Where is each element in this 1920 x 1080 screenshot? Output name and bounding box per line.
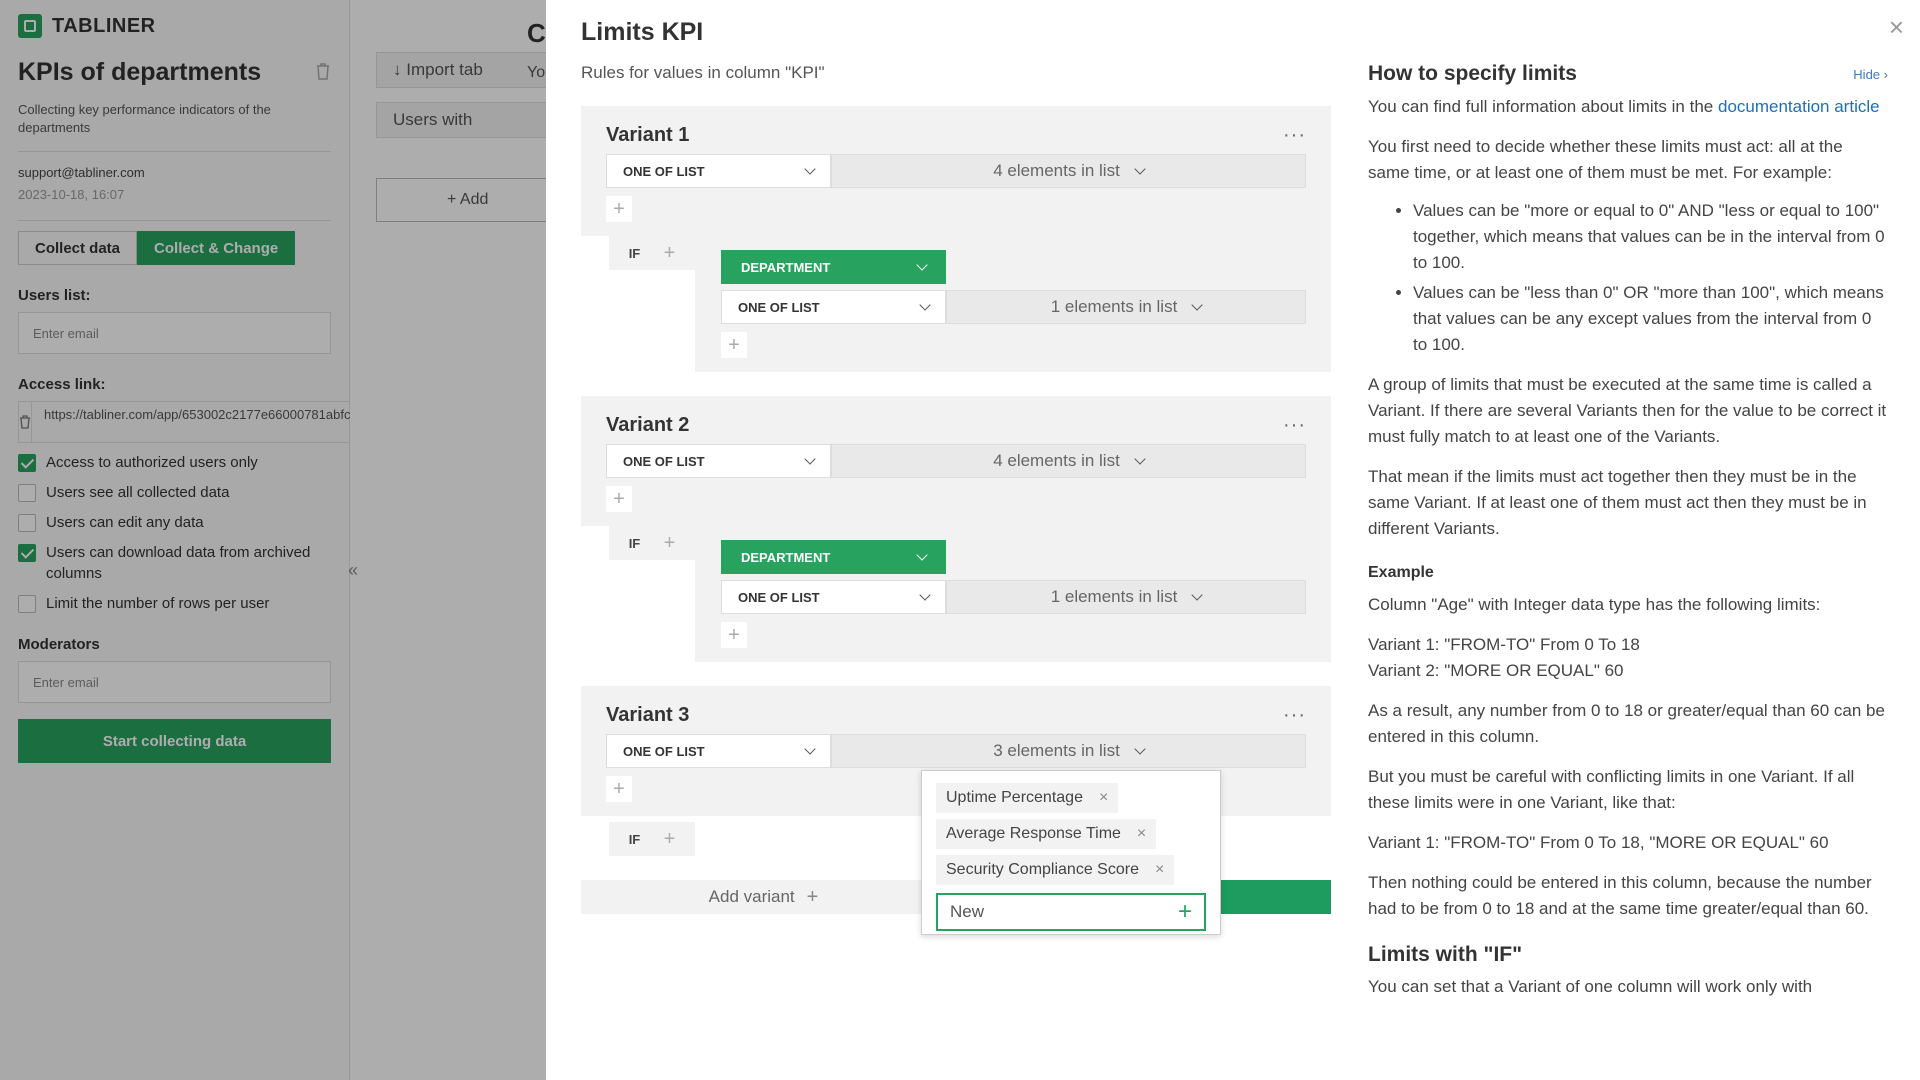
list-value-tag[interactable]: Uptime Percentage × [936, 783, 1119, 813]
add-rule-icon[interactable]: + [721, 622, 747, 648]
more-options-icon[interactable]: ··· [1283, 124, 1306, 147]
condition-column-select[interactable]: DEPARTMENT [721, 540, 946, 574]
help-paragraph: As a result, any number from 0 to 18 or … [1368, 701, 1885, 746]
variant-card: Variant 1 ··· ONE OF LIST 4 elements in … [581, 106, 1331, 236]
help-bullet: Values can be "more or equal to 0" AND "… [1413, 198, 1888, 276]
help-paragraph: You can set that a Variant of one column… [1368, 977, 1813, 996]
hide-help-link[interactable]: Hide › [1853, 62, 1888, 88]
remove-tag-icon[interactable]: × [1137, 825, 1146, 843]
limits-drawer: × Limits KPI Rules for values in column … [546, 0, 1920, 1080]
new-value-input[interactable]: New + [936, 893, 1206, 931]
close-icon[interactable]: × [1889, 14, 1904, 40]
help-bullet: Values can be "less than 0" OR "more tha… [1413, 280, 1888, 358]
tag-label: Security Compliance Score [946, 861, 1139, 878]
remove-tag-icon[interactable]: × [1099, 789, 1108, 807]
variant-name: Variant 2 [606, 413, 690, 436]
add-condition-icon: + [663, 241, 676, 264]
add-variant-button[interactable]: Add variant + [581, 880, 946, 914]
rule-type-select[interactable]: ONE OF LIST [606, 444, 831, 478]
help-intro: You can find full information about limi… [1368, 97, 1880, 116]
chevron-down-icon [1134, 163, 1146, 175]
add-condition-icon: + [663, 531, 676, 554]
help-title: How to specify limits [1368, 62, 1577, 85]
example-title: Example [1368, 564, 1434, 581]
rule-type-select[interactable]: ONE OF LIST [721, 580, 946, 614]
help-bullets: Values can be "more or equal to 0" AND "… [1413, 198, 1888, 358]
list-values-dropdown[interactable]: 1 elements in list [946, 580, 1306, 614]
list-value-tag[interactable]: Average Response Time × [936, 819, 1157, 849]
help-paragraph: That mean if the limits must act togethe… [1368, 467, 1867, 538]
chevron-down-icon [1134, 453, 1146, 465]
drawer-subtitle: Rules for values in column "KPI" [581, 63, 825, 82]
chevron-down-icon [919, 589, 931, 601]
help-paragraph: A group of limits that must be executed … [1368, 375, 1887, 446]
more-options-icon[interactable]: ··· [1283, 414, 1306, 437]
variant-name: Variant 3 [606, 703, 690, 726]
rule-type-select[interactable]: ONE OF LIST [606, 734, 831, 768]
if-toggle[interactable]: IF + [609, 526, 695, 560]
plus-icon: + [806, 885, 819, 908]
chevron-down-icon [916, 259, 928, 271]
add-rule-icon[interactable]: + [721, 332, 747, 358]
help-paragraph: But you must be careful with conflicting… [1368, 767, 1855, 812]
if-condition: IF + DEPARTMENT ONE OF LIST 1 elements in… [581, 236, 1331, 372]
add-value-icon[interactable]: + [1178, 898, 1192, 926]
list-values-dropdown[interactable]: 4 elements in list [831, 154, 1306, 188]
tag-label: Average Response Time [946, 825, 1121, 842]
chevron-down-icon [804, 163, 816, 175]
add-condition-icon: + [663, 827, 676, 850]
list-values-popup: Uptime Percentage × Average Response Time ×… [921, 770, 1221, 935]
condition-column-select[interactable]: DEPARTMENT [721, 250, 946, 284]
chevron-down-icon [919, 299, 931, 311]
help-paragraph: Variant 1: "FROM-TO" From 0 To 18 Variant… [1368, 635, 1640, 680]
if-toggle[interactable]: IF + [609, 822, 695, 856]
help-paragraph: Then nothing could be entered in this co… [1368, 873, 1872, 918]
rule-type-select[interactable]: ONE OF LIST [606, 154, 831, 188]
list-values-dropdown[interactable]: 3 elements in list [831, 734, 1306, 768]
remove-tag-icon[interactable]: × [1155, 861, 1164, 879]
list-values-dropdown[interactable]: 1 elements in list [946, 290, 1306, 324]
variant-name: Variant 1 [606, 123, 690, 146]
tag-label: Uptime Percentage [946, 789, 1083, 806]
list-value-tag[interactable]: Security Compliance Score × [936, 855, 1175, 885]
help-paragraph: Column "Age" with Integer data type has … [1368, 595, 1821, 614]
more-options-icon[interactable]: ··· [1283, 704, 1306, 727]
variant-card: Variant 2 ··· ONE OF LIST 4 elements in … [581, 396, 1331, 526]
if-condition: IF + DEPARTMENT ONE OF LIST 1 elements in… [581, 526, 1331, 662]
chevron-down-icon [1134, 743, 1146, 755]
chevron-down-icon [1191, 299, 1203, 311]
chevron-down-icon [916, 549, 928, 561]
add-rule-icon[interactable]: + [606, 196, 632, 222]
list-tags: Uptime Percentage × Average Response Time ×… [936, 783, 1206, 891]
chevron-down-icon [1191, 589, 1203, 601]
if-toggle[interactable]: IF + [609, 236, 695, 270]
add-rule-icon[interactable]: + [606, 776, 632, 802]
drawer-title: Limits KPI [581, 18, 704, 46]
chevron-down-icon [804, 453, 816, 465]
help-paragraph: Variant 1: "FROM-TO" From 0 To 18, "MORE… [1368, 833, 1829, 852]
add-rule-icon[interactable]: + [606, 486, 632, 512]
help-paragraph: You first need to decide whether these l… [1368, 137, 1843, 182]
help-panel: Hide › How to specify limits You can fin… [1368, 60, 1888, 1000]
limits-if-title: Limits with "IF" [1368, 943, 1523, 966]
chevron-down-icon [804, 743, 816, 755]
documentation-link[interactable]: documentation article [1718, 97, 1880, 116]
rule-type-select[interactable]: ONE OF LIST [721, 290, 946, 324]
list-values-dropdown[interactable]: 4 elements in list [831, 444, 1306, 478]
